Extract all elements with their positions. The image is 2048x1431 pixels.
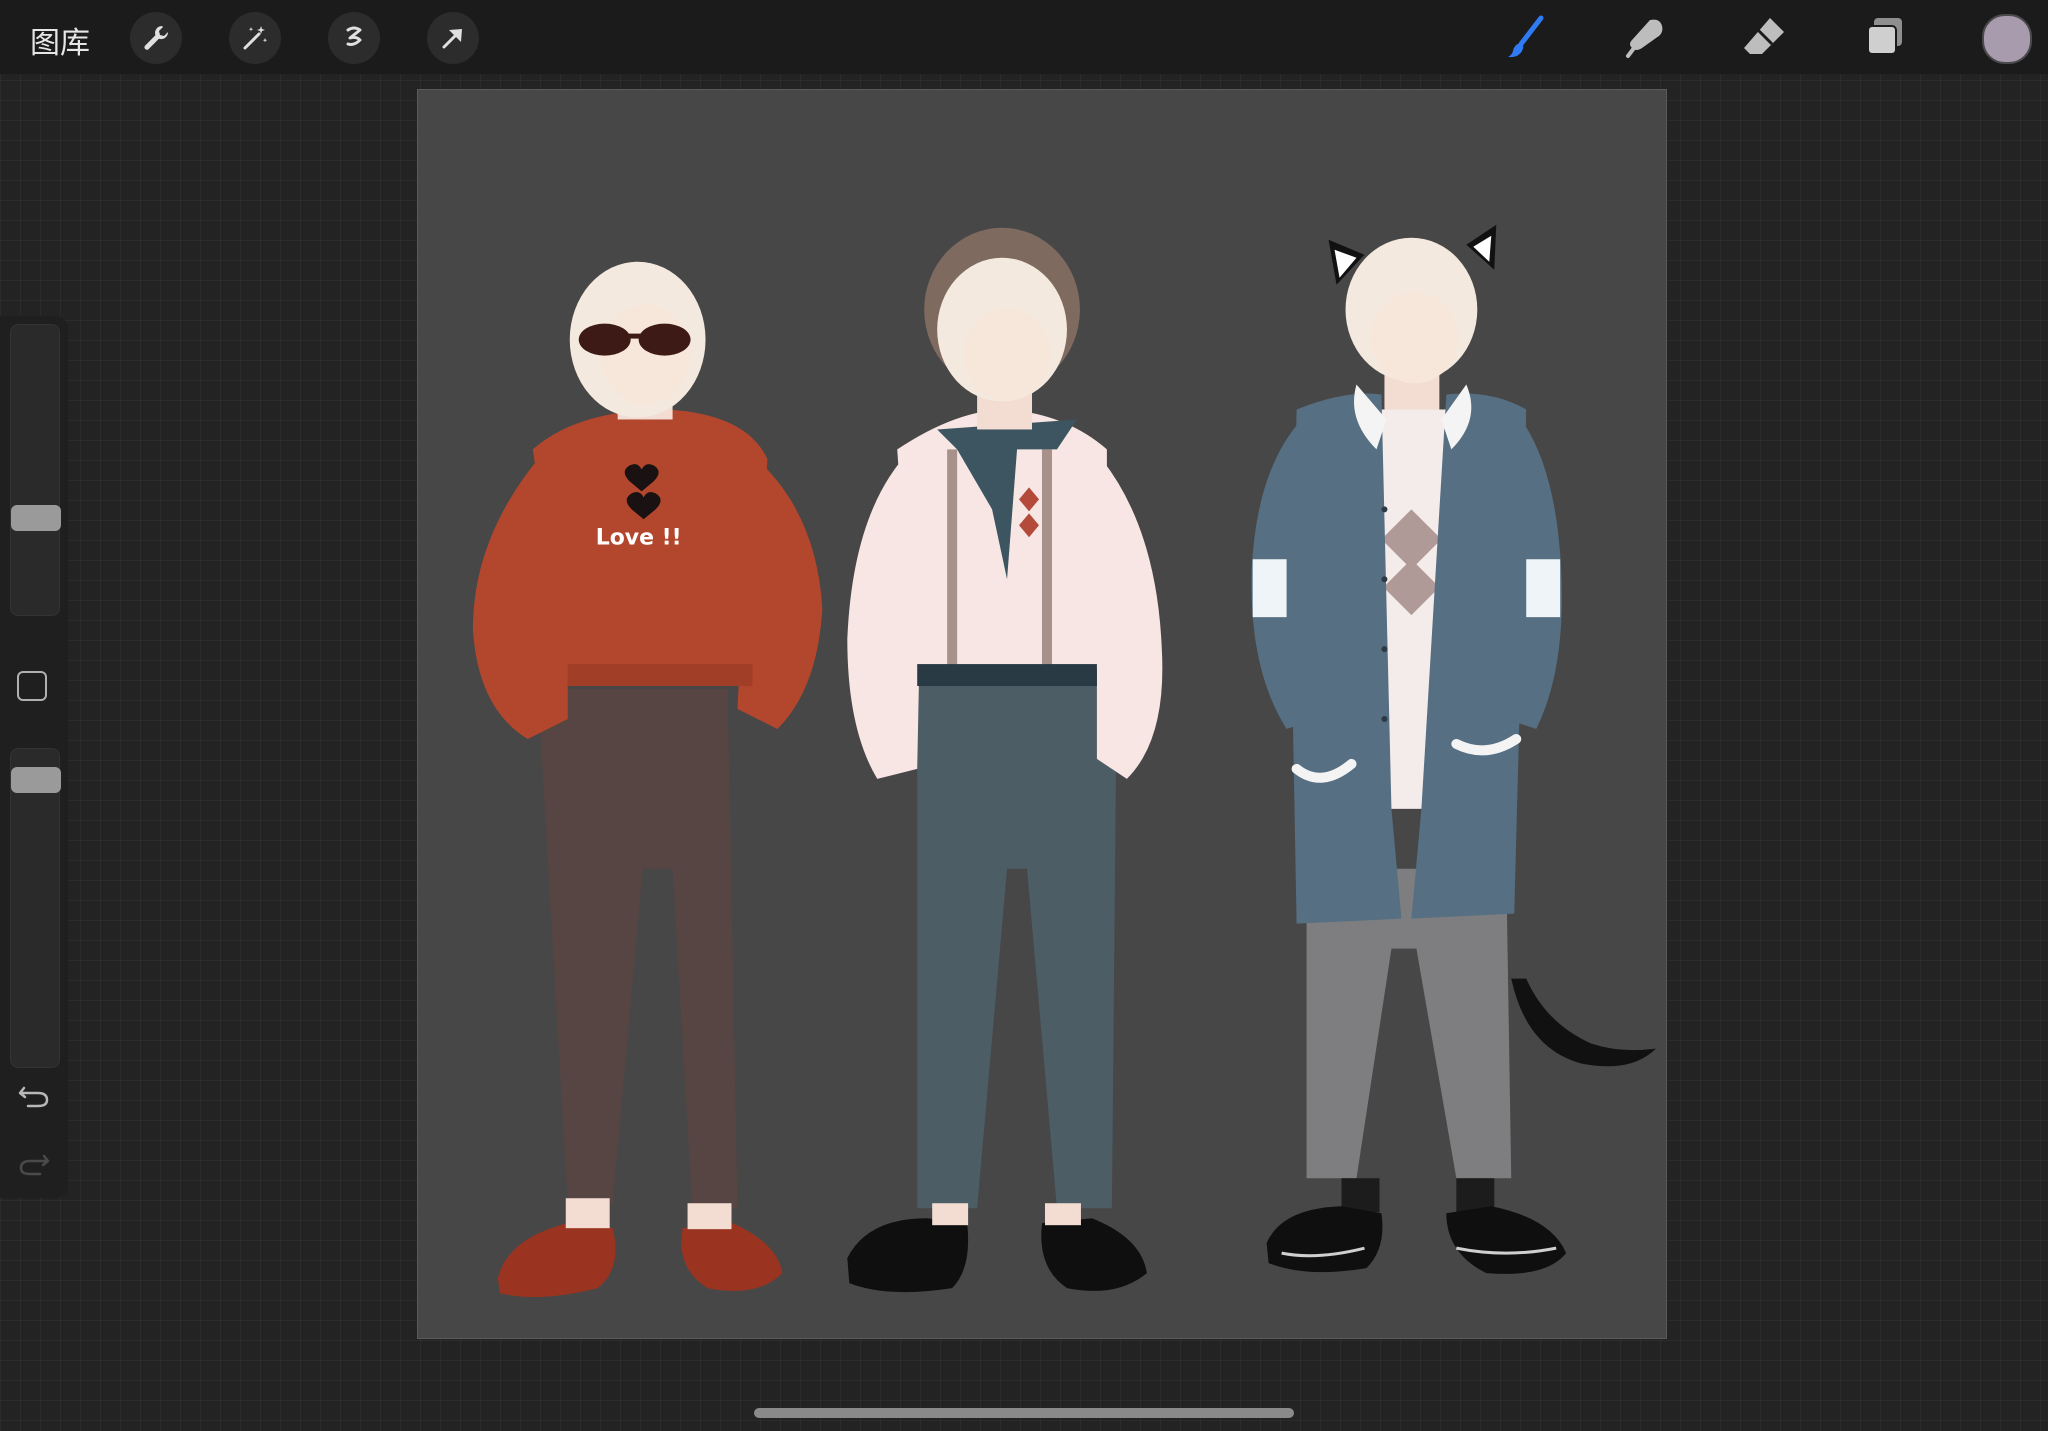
layers-button[interactable] [1858, 10, 1912, 64]
transform-button[interactable] [427, 12, 479, 64]
smudge-button[interactable] [1618, 10, 1672, 64]
undo-button[interactable] [16, 1078, 52, 1114]
magic-wand-icon [243, 26, 268, 50]
character-denim-jacket [1251, 224, 1657, 1274]
eraser-icon [1744, 18, 1784, 54]
eraser-button[interactable] [1738, 10, 1792, 64]
actions-button[interactable] [130, 12, 182, 64]
undo-icon [18, 1086, 49, 1108]
drawing-canvas[interactable]: Love !! [417, 89, 1667, 1339]
brush-size-thumb[interactable] [11, 505, 61, 531]
layers-icon [1867, 18, 1902, 55]
character-red-sweater: Love !! [472, 261, 823, 1298]
brush-opacity-thumb[interactable] [11, 767, 61, 793]
character-pink-shirt [847, 227, 1163, 1293]
gallery-button[interactable]: 图库 [30, 18, 90, 62]
paint-button[interactable] [1499, 10, 1553, 64]
sweater-text: Love !! [596, 525, 682, 550]
smudge-icon [1626, 19, 1663, 58]
left-sidebar [0, 316, 68, 1198]
top-toolbar: 图库 [0, 0, 2048, 74]
redo-button[interactable] [16, 1146, 52, 1182]
modify-button[interactable] [17, 671, 47, 701]
brush-size-slider[interactable] [10, 324, 61, 616]
adjustments-button[interactable] [229, 12, 281, 64]
redo-icon [19, 1154, 50, 1176]
transform-arrow-icon [442, 29, 462, 49]
wrench-icon [144, 26, 169, 50]
brush-icon [1508, 15, 1544, 58]
color-picker-button[interactable] [1982, 14, 2032, 64]
artwork-illustration: Love !! [472, 224, 1657, 1298]
selection-button[interactable] [328, 12, 380, 64]
selection-icon [346, 26, 362, 46]
home-indicator [754, 1408, 1294, 1418]
brush-opacity-slider[interactable] [10, 748, 61, 1068]
